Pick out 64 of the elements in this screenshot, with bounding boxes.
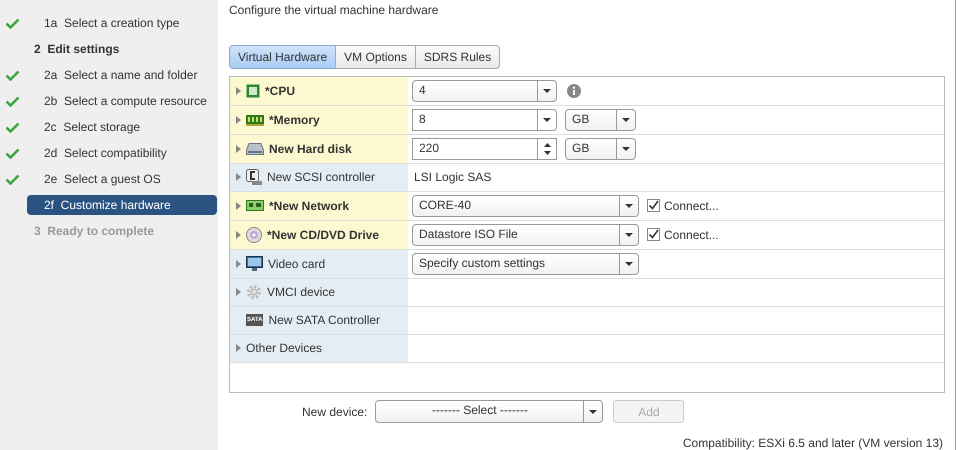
wizard-step[interactable]: 2e Select a guest OS <box>27 169 217 189</box>
dropdown-field[interactable]: Datastore ISO File <box>412 224 639 246</box>
caret-icon <box>543 118 551 122</box>
caret-icon <box>622 118 630 122</box>
device-name: New SATA Controller <box>268 313 380 328</box>
dropdown-field[interactable]: 8 <box>412 108 557 131</box>
expand-icon[interactable] <box>236 116 241 124</box>
monitor-icon <box>246 256 263 272</box>
device-name: Other Devices <box>246 341 322 356</box>
disc-icon <box>246 226 262 243</box>
unit-dropdown[interactable]: GB <box>565 108 636 131</box>
tab[interactable]: SDRS Rules <box>414 44 500 69</box>
caret-icon <box>622 146 630 151</box>
up-down-icon[interactable] <box>544 142 550 156</box>
wizard-step[interactable]: 2d Select compatibility <box>27 143 217 163</box>
device-name: Video card <box>268 256 326 271</box>
expand-icon[interactable] <box>236 230 241 239</box>
expand-icon[interactable] <box>236 344 241 352</box>
info-icon[interactable] <box>567 84 581 98</box>
controller-icon <box>246 169 262 186</box>
unit-dropdown[interactable]: GB <box>565 138 636 160</box>
spinner-field[interactable]: 220 <box>412 138 557 160</box>
device-name: *New Network <box>269 198 350 213</box>
memory-icon <box>246 114 264 126</box>
expand-icon[interactable] <box>236 202 241 210</box>
connect-label: Connect... <box>664 198 719 213</box>
new-device-label: New device: <box>302 404 368 418</box>
caret-icon <box>625 262 633 266</box>
caret-icon <box>625 232 633 237</box>
chip-icon <box>246 84 260 98</box>
controller-type: LSI Logic SAS <box>413 170 492 184</box>
device-name: New Hard disk <box>269 142 352 156</box>
device-name: *Memory <box>269 112 320 127</box>
caret-icon <box>543 88 551 93</box>
expand-icon[interactable] <box>236 260 241 268</box>
expand-icon[interactable] <box>236 173 241 182</box>
compatibility-text: Compatibility: ESXi 6.5 and later (VM version 13) <box>682 436 943 450</box>
device-name: *New CD/DVD Drive <box>267 228 380 242</box>
dropdown-field[interactable]: Specify custom settings <box>412 252 639 275</box>
wizard-step[interactable]: 1a Select a creation type <box>27 13 217 33</box>
caret-icon <box>589 410 598 414</box>
new-device-dropdown[interactable]: ------- Select ------- <box>375 400 604 423</box>
device-name: New SCSI controller <box>267 170 376 184</box>
checkbox[interactable] <box>647 228 660 242</box>
dropdown-field[interactable]: CORE-40 <box>412 194 639 217</box>
wizard-step[interactable]: 2b Select a compute resource <box>27 91 217 111</box>
device-name: VMCI device <box>267 285 336 300</box>
expand-icon[interactable] <box>236 288 241 296</box>
tab[interactable]: VM Options <box>335 44 416 69</box>
wizard-step[interactable]: 2 Edit settings <box>27 39 217 59</box>
wizard-step[interactable]: 2a Select a name and folder <box>27 65 217 85</box>
caret-icon <box>625 204 633 208</box>
page-heading: Configure the virtual machine hardware <box>229 2 440 19</box>
expand-icon[interactable] <box>236 86 241 95</box>
expand-icon[interactable] <box>236 144 241 153</box>
gear-icon <box>246 284 262 300</box>
wizard-step[interactable]: 2c Select storage <box>27 117 217 137</box>
checkbox[interactable] <box>647 199 660 212</box>
network-card-icon <box>246 200 264 212</box>
connect-label: Connect... <box>664 228 719 242</box>
wizard-step[interactable]: 2f Customize hardware <box>27 195 217 215</box>
tab[interactable]: Virtual Hardware <box>229 44 336 69</box>
dropdown-field[interactable]: 4 <box>412 80 557 102</box>
device-name: *CPU <box>265 84 296 98</box>
